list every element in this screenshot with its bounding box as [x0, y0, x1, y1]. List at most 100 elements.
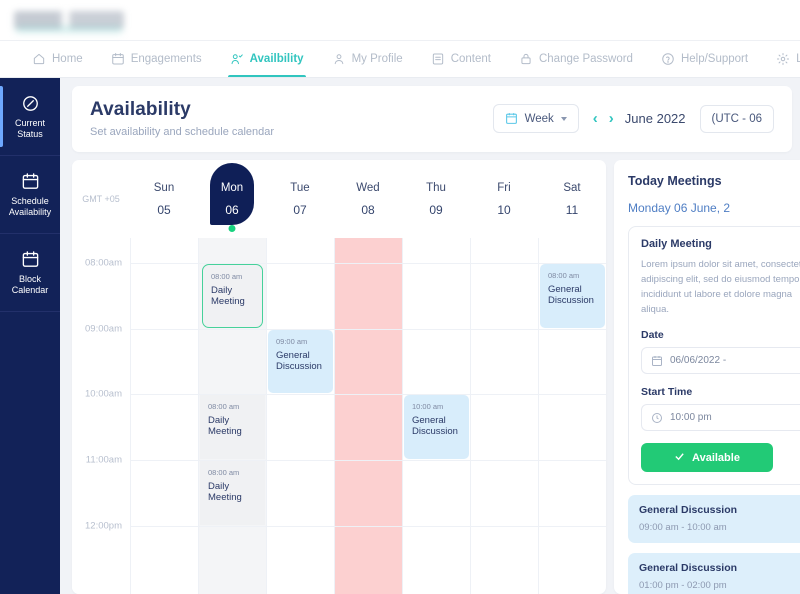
event-time: 10:00 am — [412, 402, 444, 412]
date-field[interactable]: 06/06/2022 - — [641, 347, 800, 374]
day-column-mon[interactable]: 08:00 am Daily Meeting 08:00 am Daily Meeti… — [198, 238, 266, 594]
meeting-detail-card: Daily Meeting Lorem ipsum dolor sit amet… — [628, 226, 800, 485]
nav-item-change-password[interactable]: Change Password — [505, 41, 647, 77]
panel-title: Today Meetings — [628, 174, 722, 188]
calendar-icon — [111, 52, 125, 66]
day-header-thu[interactable]: Thu 09 — [402, 160, 470, 238]
check-icon — [674, 451, 685, 465]
available-status-button[interactable]: Available — [641, 443, 773, 472]
nav-item-availbility[interactable]: Availbility — [216, 41, 318, 77]
upcoming-meeting-title: General Discussion — [639, 504, 738, 516]
next-button[interactable]: › — [609, 111, 614, 126]
upcoming-meeting-time: 01:00 pm - 02:00 pm — [639, 580, 727, 591]
day-number: 11 — [565, 202, 579, 217]
lock-icon — [519, 52, 533, 66]
day-number: 05 — [157, 202, 171, 217]
start-time-label: Start Time — [641, 386, 693, 398]
view-selector[interactable]: Week — [492, 104, 579, 133]
today-dot-indicator — [228, 225, 236, 232]
event-time: 08:00 am — [208, 402, 240, 412]
day-name: Tue — [290, 181, 310, 194]
nav-item-label: Content — [450, 53, 491, 65]
day-number: 07 — [293, 202, 307, 217]
event-title: General Discussion — [412, 415, 458, 438]
nav-item-help-support[interactable]: Help/Support — [647, 41, 762, 77]
event-title: General Discussion — [548, 284, 594, 306]
clock-icon — [651, 412, 663, 424]
day-name: Wed — [356, 181, 380, 194]
day-column-fri[interactable] — [470, 238, 538, 594]
prev-button[interactable]: ‹ — [593, 111, 598, 126]
day-columns: 08:00 am Daily Meeting 08:00 am Daily Meeti… — [130, 238, 606, 594]
day-header-sat[interactable]: Sat 11 — [538, 160, 606, 238]
day-header-mon[interactable]: Mon 06 — [198, 160, 266, 238]
day-number: 06 — [225, 202, 239, 217]
app-shell: Current Status Schedule Availability Block Ca… — [0, 78, 800, 594]
hour-lines — [267, 238, 334, 594]
event-time: 08:00 am — [208, 468, 240, 478]
nav-item-content[interactable]: Content — [417, 41, 505, 77]
upcoming-meeting-time: 09:00 am - 10:00 am — [639, 522, 727, 533]
timezone-selector[interactable]: (UTC - 06 — [699, 104, 774, 133]
date-field-value: 06/06/2022 - — [670, 355, 727, 366]
top-bar — [0, 0, 800, 41]
rail-item-label: Current Status — [14, 117, 45, 139]
calendar-event[interactable]: 08:00 am General Discussion — [540, 264, 605, 328]
day-column-sat[interactable]: 08:00 am General Discussion — [538, 238, 606, 594]
day-number: 09 — [429, 202, 443, 217]
rail-item-schedule[interactable]: Schedule Availability — [0, 156, 60, 234]
gmt-label: GMT +05 — [82, 194, 120, 204]
calendar-event[interactable]: 08:00 am Daily Meeting — [202, 264, 263, 328]
page-title: Availability — [90, 99, 191, 120]
calendar-event[interactable]: 08:00 am Daily Meeting — [200, 461, 265, 525]
nav-item-home[interactable]: Home — [18, 41, 97, 77]
company-logo[interactable] — [14, 11, 124, 29]
day-number: 10 — [497, 202, 511, 217]
nav-item-legal-privacy[interactable]: Legal/Privacy — [762, 41, 800, 77]
upcoming-meeting-item[interactable]: General Discussion 09:00 am - 10:00 am — [628, 495, 800, 543]
calendar-event[interactable]: 08:00 am Daily Meeting — [200, 395, 265, 460]
upcoming-meeting-item[interactable]: General Discussion 01:00 pm - 02:00 pm — [628, 553, 800, 594]
day-number: 08 — [361, 202, 375, 217]
edit-badge-icon — [21, 94, 40, 113]
day-name: Mon — [220, 181, 244, 194]
chevron-down-icon — [560, 116, 567, 121]
calendar-controls: Week ‹ › June 2022 (UTC - 06 — [492, 104, 774, 133]
nav-item-engagements[interactable]: Engagements — [97, 41, 216, 77]
day-column-tue[interactable]: 09:00 am General Discussion — [266, 238, 334, 594]
home-icon — [32, 52, 46, 66]
day-header-tue[interactable]: Tue 07 — [266, 160, 334, 238]
day-header-sun[interactable]: Sun 05 — [130, 160, 198, 238]
timezone-label: (UTC - 06 — [711, 112, 762, 125]
start-time-value: 10:00 pm — [670, 412, 712, 423]
day-header-wed[interactable]: Wed 08 — [334, 160, 402, 238]
calendar-body[interactable]: 08:00am 09:00am 10:00am 11:00am 12:00pm 08:0… — [72, 238, 606, 594]
day-column-thu[interactable]: 10:00 am General Discussion — [402, 238, 470, 594]
event-title: Daily Meeting — [211, 285, 245, 307]
nav-item-label: Engagements — [130, 53, 202, 65]
calendar-icon — [651, 355, 663, 367]
calendar-grid: 08:00am 09:00am 10:00am 11:00am 12:00pm 08:0… — [72, 238, 606, 594]
calendar-event[interactable]: 09:00 am General Discussion — [268, 329, 333, 394]
rail-item-block[interactable]: Block Calendar — [0, 234, 60, 312]
left-rail: Current Status Schedule Availability Block Ca… — [0, 78, 60, 594]
start-time-field[interactable]: 10:00 pm — [641, 404, 800, 431]
time-label: 10:00am — [85, 388, 122, 400]
time-label: 11:00am — [85, 454, 122, 466]
day-header-fri[interactable]: Fri 10 — [470, 160, 538, 238]
calendar-icon — [505, 112, 518, 125]
meeting-title: Daily Meeting — [641, 238, 712, 250]
calendar-event[interactable]: 10:00 am General Discussion — [404, 395, 469, 460]
rail-item-label: Block Calendar — [11, 273, 49, 295]
nav-item-label: Availbility — [249, 53, 304, 65]
upcoming-meetings: General Discussion 09:00 am - 10:00 am Gen… — [628, 495, 800, 594]
day-column-sun[interactable] — [130, 238, 198, 594]
nav-item-my-profile[interactable]: My Profile — [318, 41, 417, 77]
meeting-description: Lorem ipsum dolor sit amet, consectetur … — [641, 259, 800, 315]
day-column-wed[interactable] — [334, 238, 402, 594]
nav-item-label: Change Password — [538, 53, 633, 65]
rail-item-label: Schedule Availability — [8, 195, 52, 217]
content-area: GMT +05 Sun 05 Mon 06 Tue 07 Wed 08 Thu 09 Fri 10 Sa… — [60, 152, 800, 594]
user-check-icon — [230, 52, 244, 66]
rail-item-current[interactable]: Current Status — [0, 78, 60, 156]
